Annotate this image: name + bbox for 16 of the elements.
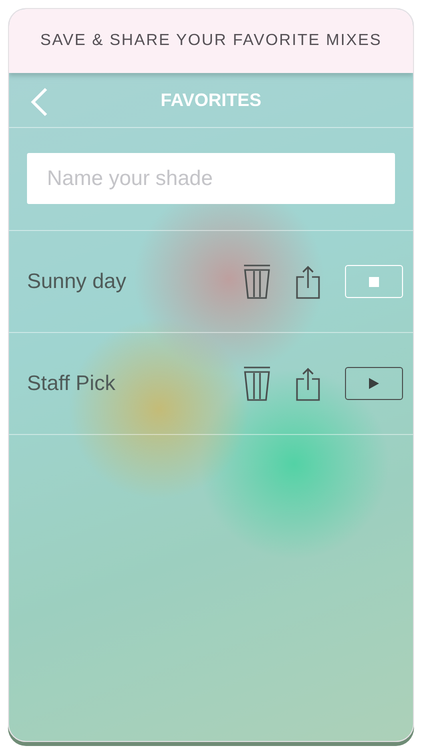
- favorite-name: Staff Pick: [27, 370, 116, 397]
- play-button[interactable]: [345, 367, 403, 400]
- trash-icon: [243, 264, 271, 299]
- delete-button[interactable]: [243, 264, 271, 299]
- favorite-name: Sunny day: [27, 268, 128, 295]
- screen-title: FAVORITES: [160, 88, 262, 112]
- banner-title: SAVE & SHARE YOUR FAVORITE MIXES: [40, 31, 382, 51]
- share-button[interactable]: [295, 264, 321, 298]
- share-icon: [295, 366, 321, 400]
- trash-icon: [243, 366, 271, 401]
- share-icon: [295, 264, 321, 298]
- play-icon: [369, 378, 379, 389]
- stop-icon: [369, 276, 379, 286]
- name-field[interactable]: Name your shade: [27, 153, 395, 204]
- share-button[interactable]: [295, 366, 321, 400]
- delete-button[interactable]: [243, 366, 271, 401]
